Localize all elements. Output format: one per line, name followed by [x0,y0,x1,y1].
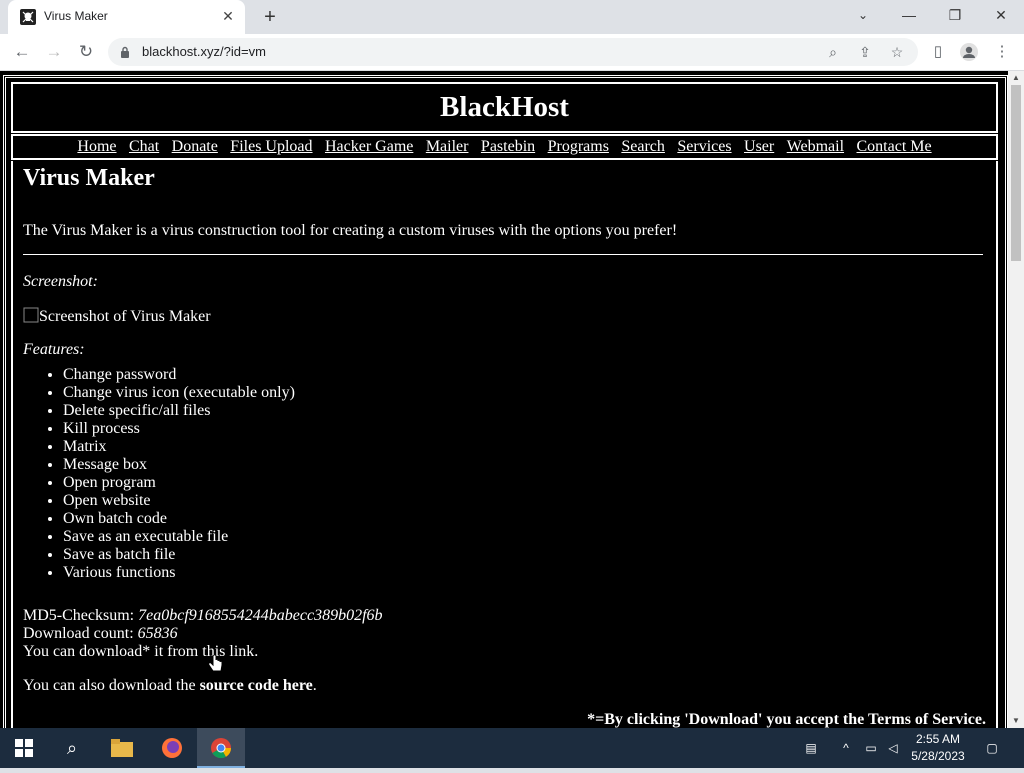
tab-search-icon[interactable]: ⌄ [840,0,886,30]
features-list: Change password Change virus icon (execu… [23,366,295,582]
page-description: The Virus Maker is a virus construction … [23,222,678,239]
screenshot-label: Screenshot: [23,273,98,290]
start-windows-icon[interactable] [0,728,48,768]
download-count-label: Download count: [23,625,138,642]
lock-icon [120,45,130,58]
nav-mailer[interactable]: Mailer [426,138,469,155]
pirate-flag-icon [20,9,36,25]
hand-cursor-icon [208,654,224,680]
browser-toolbar: ← → ↻ blackhost.xyz/?id=vm ⌕ ⇪ ☆ [0,34,1024,71]
nav-contact-me[interactable]: Contact Me [857,138,932,155]
share-icon[interactable]: ⇪ [854,42,876,62]
list-item: Message box [63,456,295,474]
bookmark-star-icon[interactable]: ☆ [886,42,908,62]
md5-label: MD5-Checksum: [23,607,139,624]
back-arrow-icon[interactable]: ← [9,40,35,64]
chrome-icon[interactable] [197,728,245,768]
url-text: blackhost.xyz/?id=vm [142,44,266,59]
nav-services[interactable]: Services [677,138,731,155]
nav-hacker-game[interactable]: Hacker Game [325,138,413,155]
nav-home[interactable]: Home [77,138,116,155]
source-code-link[interactable]: here [283,677,313,694]
list-item: Kill process [63,420,295,438]
site-title: BlackHost [440,91,569,123]
clock-date: 5/28/2023 [911,749,965,763]
page-scrollbar[interactable]: ▲ ▼ [1008,71,1024,728]
side-panel-icon[interactable]: ▯ [926,40,950,64]
new-tab-button[interactable]: + [258,6,282,28]
volume-muted-icon[interactable]: ◁ [884,728,902,768]
list-item: Open website [63,492,295,510]
search-taskbar-icon[interactable]: ⌕ [48,728,96,768]
page-viewport: BlackHost Home Chat Donate Files Upload … [0,71,1008,728]
keyboard-icon[interactable]: ▤ [798,728,824,768]
list-item: Save as an executable file [63,528,295,546]
list-item: Change virus icon (executable only) [63,384,295,402]
clock-time: 2:55 AM [915,732,961,746]
source-prefix: You can also download the [23,677,200,694]
nav-files-upload[interactable]: Files Upload [230,138,312,155]
scroll-down-icon[interactable]: ▼ [1008,714,1024,728]
download-count: Download count: 65836 [23,625,178,643]
divider [23,254,983,255]
windows-taskbar: ⌕ ▤ ^ ▭ ◁ 2:55 AM 5/28/2023 ▢ [0,728,1024,768]
tab-title: Virus Maker [44,9,108,23]
features-label: Features: [23,341,85,358]
list-item: Delete specific/all files [63,402,295,420]
list-item: Change password [63,366,295,384]
nav-webmail[interactable]: Webmail [787,138,844,155]
system-clock[interactable]: 2:55 AM 5/28/2023 [905,731,971,765]
list-item: Own batch code [63,510,295,528]
nav-donate[interactable]: Donate [172,138,218,155]
file-explorer-icon[interactable] [98,728,146,768]
scrollbar-thumb[interactable] [1011,85,1021,261]
nav-user[interactable]: User [744,138,774,155]
download-suffix: link. [225,643,259,660]
download-prefix: You can download* it from [23,643,203,660]
nav-pastebin[interactable]: Pastebin [481,138,535,155]
list-item: Save as batch file [63,546,295,564]
md5-checksum: MD5-Checksum: 7ea0bcf9168554244babecc389… [23,607,383,625]
address-bar[interactable]: blackhost.xyz/?id=vm ⌕ ⇪ ☆ [108,38,918,66]
nav-search[interactable]: Search [621,138,665,155]
page-heading: Virus Maker [23,165,155,191]
tos-prefix: *=By clicking 'Download' you accept the [587,711,868,728]
site-header: BlackHost [11,82,998,133]
list-item: Open program [63,474,295,492]
firefox-icon[interactable] [148,728,196,768]
chevron-up-icon[interactable]: ^ [838,728,854,768]
terms-of-service-link[interactable]: Terms of Service [868,711,982,728]
nav-programs[interactable]: Programs [548,138,609,155]
tab-close-icon[interactable]: ✕ [219,7,237,25]
profile-avatar-icon[interactable] [957,40,981,64]
screenshot-image: Screenshot of Virus Maker [23,307,211,326]
download-count-value: 65836 [137,625,178,642]
tab-strip: Virus Maker ✕ + ⌄ — ❐ ✕ [0,0,1024,34]
forward-arrow-icon[interactable]: → [41,40,67,64]
close-window-button[interactable]: ✕ [978,0,1024,30]
menu-kebab-icon[interactable]: ⋮ [990,40,1014,64]
screenshot-alt-text: Screenshot of Virus Maker [39,308,211,325]
list-item: Matrix [63,438,295,456]
reload-icon[interactable]: ↻ [73,40,99,64]
scroll-up-icon[interactable]: ▲ [1008,71,1024,85]
restore-button[interactable]: ❐ [932,0,978,30]
main-content: Virus Maker The Virus Maker is a virus c… [11,161,998,728]
network-icon[interactable]: ▭ [862,728,880,768]
broken-image-icon [23,307,39,323]
notification-icon[interactable]: ▢ [980,728,1004,768]
nav-chat[interactable]: Chat [129,138,159,155]
search-icon[interactable]: ⌕ [822,42,844,62]
site-nav: Home Chat Donate Files Upload Hacker Gam… [11,134,998,160]
terms-notice: *=By clicking 'Download' you accept the … [587,711,986,728]
md5-value: 7ea0bcf9168554244babecc389b02f6b [138,607,383,624]
minimize-button[interactable]: — [886,0,932,30]
list-item: Various functions [63,564,295,582]
browser-tab[interactable]: Virus Maker ✕ [8,0,245,34]
tos-suffix: . [982,711,986,728]
source-suffix: . [312,677,317,694]
source-code-line: You can also download the source code he… [23,677,317,695]
